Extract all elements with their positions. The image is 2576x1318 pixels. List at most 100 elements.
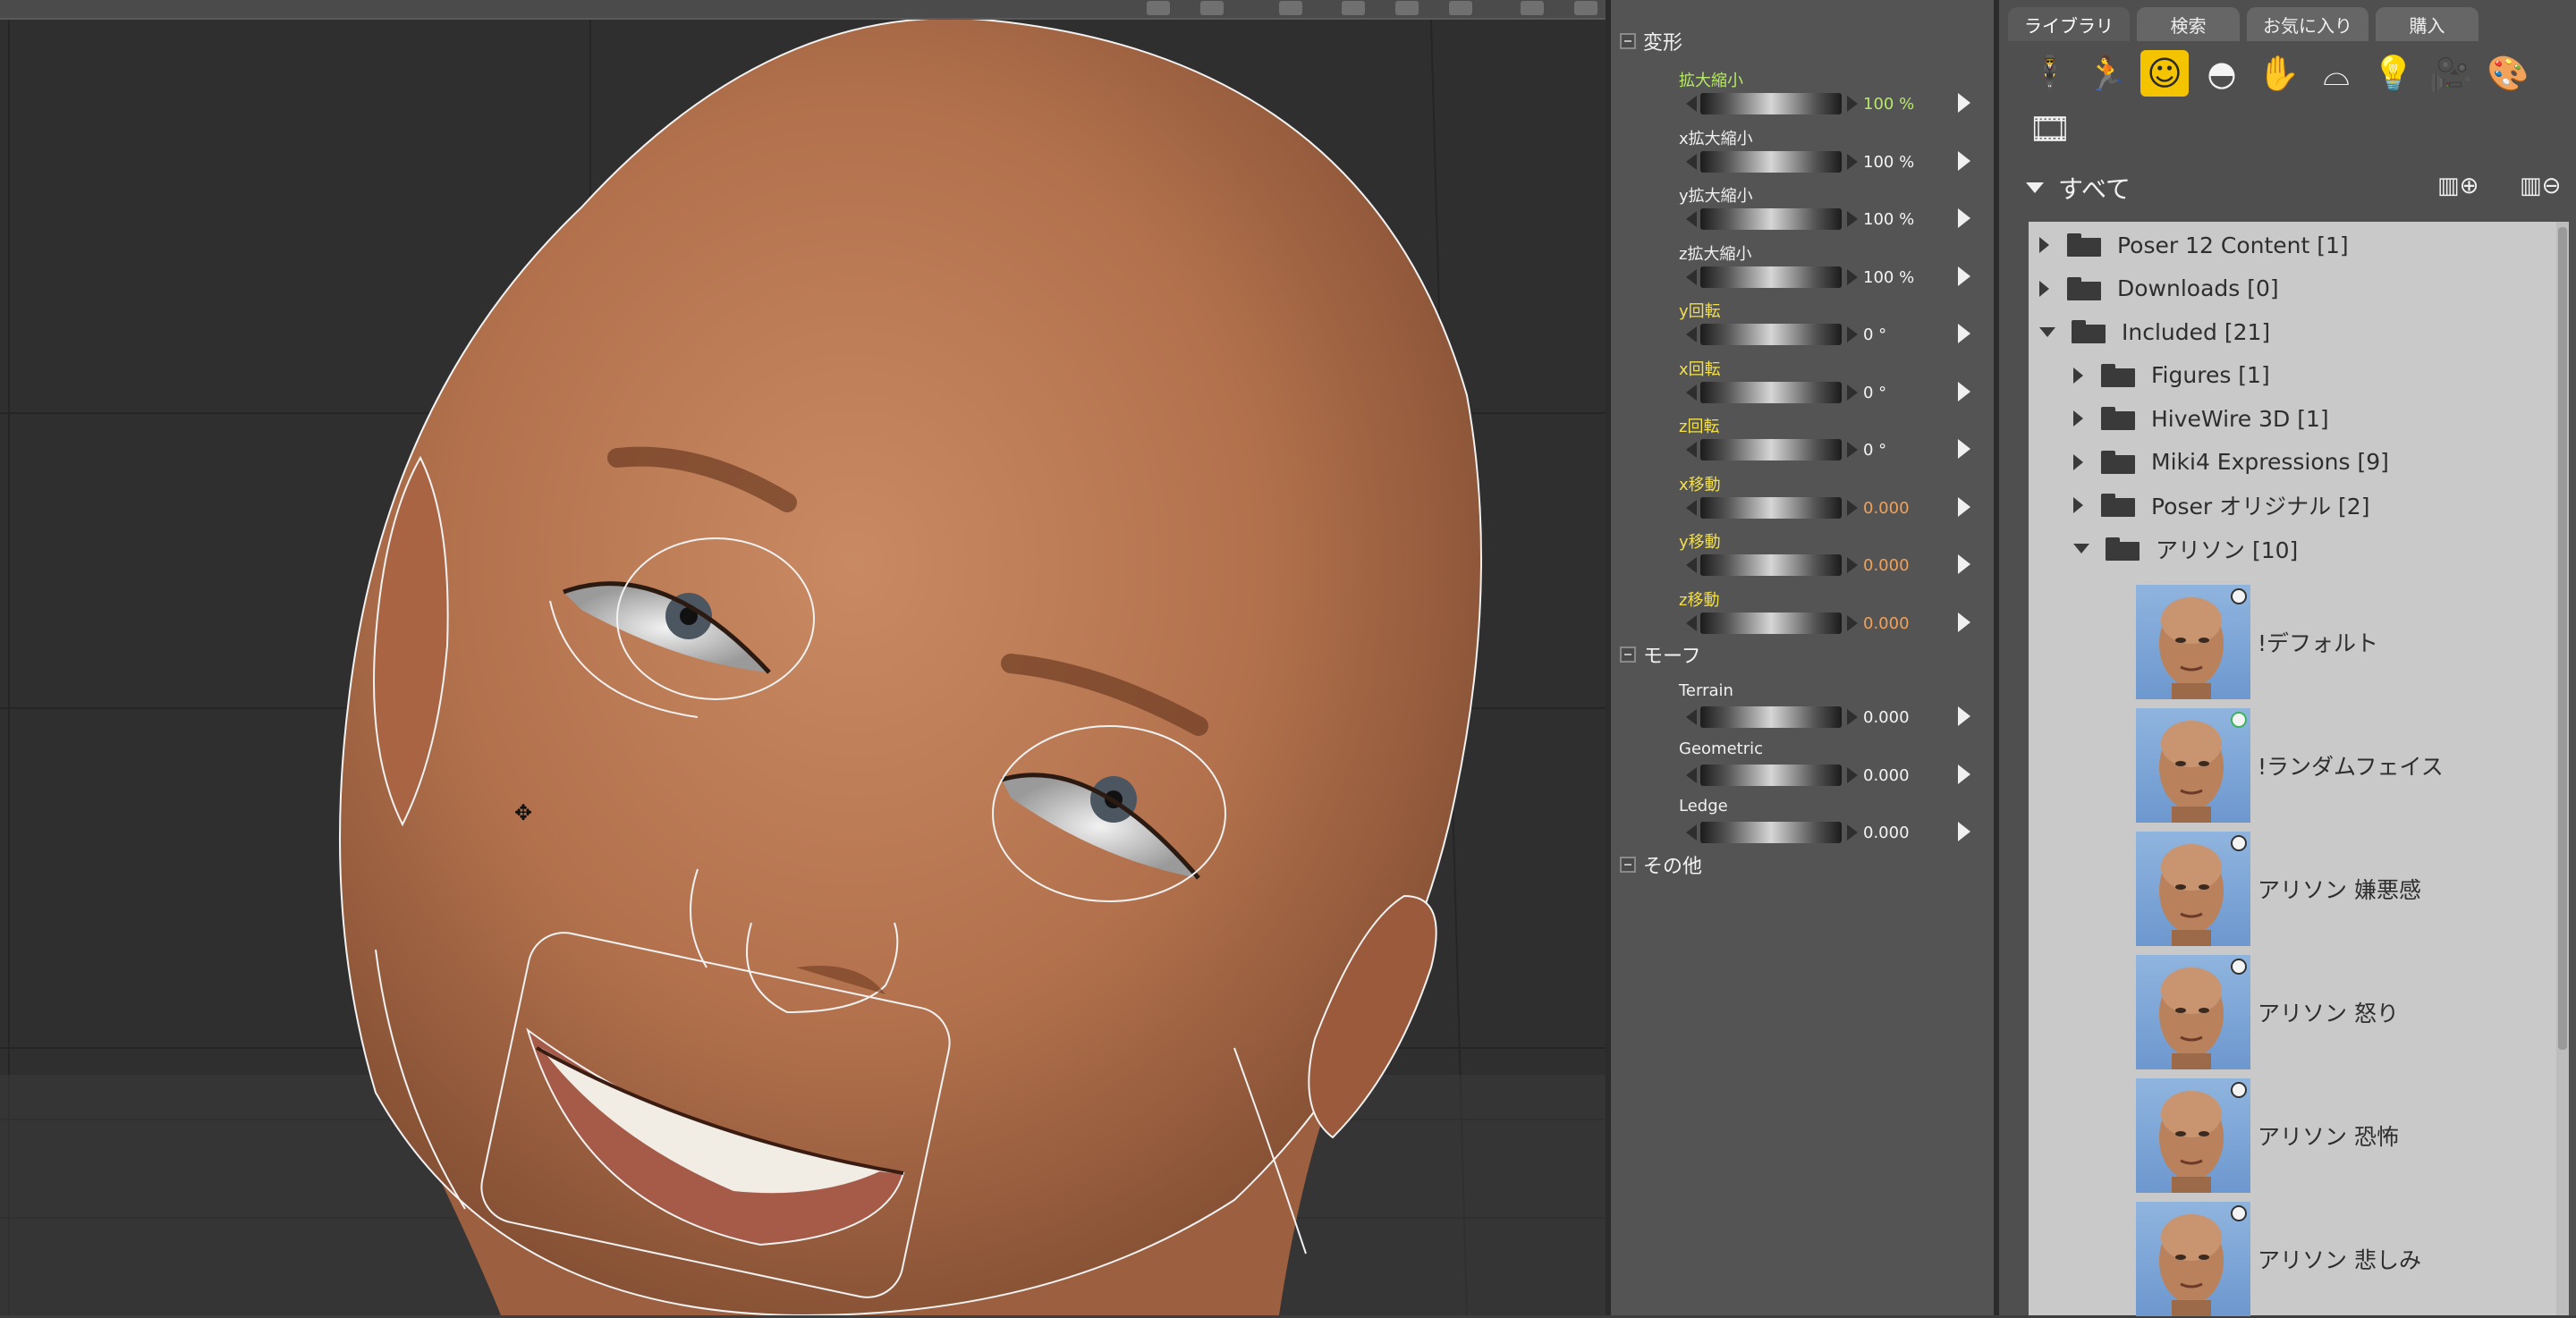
increment-arrow-icon[interactable] bbox=[1847, 709, 1858, 725]
parameter-dial[interactable] bbox=[1700, 381, 1842, 403]
expression-thumbnail[interactable] bbox=[2136, 1078, 2250, 1193]
parameter-value[interactable]: 0.000 bbox=[1863, 824, 1910, 842]
parameter-value[interactable]: 0 ° bbox=[1863, 325, 1886, 344]
add-library-icon[interactable]: ▥⊕ bbox=[2437, 170, 2479, 202]
parameter-value[interactable]: 100 % bbox=[1863, 268, 1914, 287]
parameter-dial[interactable] bbox=[1700, 706, 1842, 728]
parameter-menu-arrow-icon[interactable] bbox=[1958, 324, 1970, 343]
parameter-menu-arrow-icon[interactable] bbox=[1958, 612, 1970, 632]
expression-item[interactable]: !デフォルト bbox=[2029, 583, 2378, 701]
expression-thumbnail[interactable] bbox=[2136, 585, 2250, 699]
decrement-arrow-icon[interactable] bbox=[1686, 211, 1697, 227]
parameter-menu-arrow-icon[interactable] bbox=[1958, 150, 1970, 171]
expanded-caret-icon[interactable] bbox=[2039, 326, 2055, 337]
tab-favorites[interactable]: お気に入り bbox=[2247, 7, 2368, 41]
tree-folder-row[interactable]: Included [21] bbox=[2029, 312, 2270, 351]
parameter-menu-arrow-icon[interactable] bbox=[1958, 93, 1970, 113]
parameter-value[interactable]: 0.000 bbox=[1863, 708, 1910, 727]
menu-icon[interactable] bbox=[1574, 1, 1597, 15]
display-icon[interactable] bbox=[1521, 1, 1544, 15]
parameter-row[interactable]: x回転 0 ° bbox=[1611, 355, 1994, 412]
decrement-arrow-icon[interactable] bbox=[1686, 96, 1697, 112]
increment-arrow-icon[interactable] bbox=[1847, 442, 1858, 458]
camera-icon[interactable] bbox=[1147, 1, 1170, 15]
parameter-dial[interactable] bbox=[1700, 439, 1842, 460]
light-icon[interactable]: 💡 bbox=[2369, 50, 2418, 97]
increment-arrow-icon[interactable] bbox=[1847, 211, 1858, 227]
figure-icon[interactable]: 🕴 bbox=[2026, 50, 2074, 97]
sphere-icon[interactable] bbox=[1395, 1, 1419, 15]
expression-item[interactable]: !ランダムフェイス bbox=[2029, 706, 2444, 824]
expression-thumbnail[interactable] bbox=[2136, 955, 2250, 1069]
parameter-dial[interactable] bbox=[1700, 554, 1842, 576]
viewport-scene[interactable] bbox=[0, 20, 1606, 1315]
decrement-arrow-icon[interactable] bbox=[1686, 326, 1697, 342]
parameter-dial[interactable] bbox=[1700, 764, 1842, 786]
tree-folder-row[interactable]: Figures [1] bbox=[2029, 356, 2270, 395]
parameter-menu-arrow-icon[interactable] bbox=[1958, 439, 1970, 459]
floor-icon[interactable] bbox=[1449, 1, 1472, 15]
tab-purchase[interactable]: 購入 bbox=[2376, 7, 2479, 41]
collapsed-caret-icon[interactable] bbox=[2073, 367, 2083, 384]
parameter-value[interactable]: 0.000 bbox=[1863, 556, 1910, 575]
scrollbar-thumb[interactable] bbox=[2558, 227, 2567, 1050]
tree-folder-row[interactable]: HiveWire 3D [1] bbox=[2029, 399, 2329, 438]
parameter-row[interactable]: y回転 0 ° bbox=[1611, 297, 1994, 354]
increment-arrow-icon[interactable] bbox=[1847, 384, 1858, 401]
props-icon[interactable]: ⌓ bbox=[2312, 50, 2360, 97]
parameter-menu-arrow-icon[interactable] bbox=[1958, 208, 1970, 228]
parameter-value[interactable]: 100 % bbox=[1863, 95, 1914, 114]
parameter-dial[interactable] bbox=[1700, 266, 1842, 288]
collapsed-caret-icon[interactable] bbox=[2039, 280, 2049, 297]
camera-icon[interactable]: 🎥 bbox=[2427, 50, 2475, 97]
increment-arrow-icon[interactable] bbox=[1847, 96, 1858, 112]
parameter-row[interactable]: y移動 0.000 bbox=[1611, 528, 1994, 585]
collapse-toggle-icon[interactable] bbox=[1620, 857, 1636, 873]
parameter-row[interactable]: x移動 0.000 bbox=[1611, 470, 1994, 528]
decrement-arrow-icon[interactable] bbox=[1686, 499, 1697, 516]
tab-library[interactable]: ライブラリ bbox=[2008, 7, 2130, 41]
parameter-value[interactable]: 100 % bbox=[1863, 153, 1914, 172]
parameter-row[interactable]: Terrain 0.000 bbox=[1611, 680, 1994, 737]
expanded-caret-icon[interactable] bbox=[2073, 544, 2089, 553]
increment-arrow-icon[interactable] bbox=[1847, 326, 1858, 342]
collapse-toggle-icon[interactable] bbox=[1620, 33, 1636, 49]
increment-arrow-icon[interactable] bbox=[1847, 268, 1858, 285]
parameter-value[interactable]: 100 % bbox=[1863, 210, 1914, 229]
parameter-row[interactable]: Geometric 0.000 bbox=[1611, 738, 1994, 795]
library-scrollbar[interactable] bbox=[2556, 222, 2569, 1315]
collapsed-caret-icon[interactable] bbox=[2073, 497, 2083, 513]
tree-folder-row[interactable]: Miki4 Expressions [9] bbox=[2029, 443, 2389, 482]
tree-folder-row[interactable]: Poser オリジナル [2] bbox=[2029, 486, 2369, 525]
expression-thumbnail[interactable] bbox=[2136, 708, 2250, 823]
parameter-menu-arrow-icon[interactable] bbox=[1958, 496, 1970, 517]
tree-folder-row[interactable]: Downloads [0] bbox=[2029, 269, 2279, 308]
tree-folder-row[interactable]: Poser 12 Content [1] bbox=[2029, 225, 2349, 265]
scene-icon[interactable]: 🎞 bbox=[2026, 106, 2074, 152]
group-header-transform[interactable]: 変形 bbox=[1620, 29, 1682, 55]
parameter-menu-arrow-icon[interactable] bbox=[1958, 822, 1970, 841]
render-icon[interactable] bbox=[1200, 1, 1224, 15]
expression-thumbnail[interactable] bbox=[2136, 1202, 2250, 1316]
collapsed-caret-icon[interactable] bbox=[2073, 410, 2083, 427]
decrement-arrow-icon[interactable] bbox=[1686, 709, 1697, 725]
tree-folder-row[interactable]: アリソン [10] bbox=[2029, 529, 2298, 569]
collapsed-caret-icon[interactable] bbox=[2039, 237, 2049, 253]
parameter-menu-arrow-icon[interactable] bbox=[1958, 764, 1970, 784]
group-header-morph[interactable]: モーフ bbox=[1620, 642, 1701, 668]
increment-arrow-icon[interactable] bbox=[1847, 557, 1858, 573]
remove-library-icon[interactable]: ▥⊖ bbox=[2520, 170, 2561, 202]
expression-item[interactable]: アリソン 怒り bbox=[2029, 953, 2399, 1071]
trackball-icon[interactable] bbox=[1342, 1, 1365, 15]
decrement-arrow-icon[interactable] bbox=[1686, 442, 1697, 458]
parameter-dial[interactable] bbox=[1700, 612, 1842, 634]
increment-arrow-icon[interactable] bbox=[1847, 499, 1858, 516]
parameter-row[interactable]: x拡大縮小 100 % bbox=[1611, 124, 1994, 182]
parameter-row[interactable]: z移動 0.000 bbox=[1611, 586, 1994, 643]
parameter-menu-arrow-icon[interactable] bbox=[1958, 554, 1970, 574]
group-header-other[interactable]: その他 bbox=[1620, 852, 1702, 878]
increment-arrow-icon[interactable] bbox=[1847, 766, 1858, 783]
parameter-dial[interactable] bbox=[1700, 150, 1842, 173]
decrement-arrow-icon[interactable] bbox=[1686, 384, 1697, 401]
pose-icon[interactable]: 🏃 bbox=[2083, 50, 2131, 97]
